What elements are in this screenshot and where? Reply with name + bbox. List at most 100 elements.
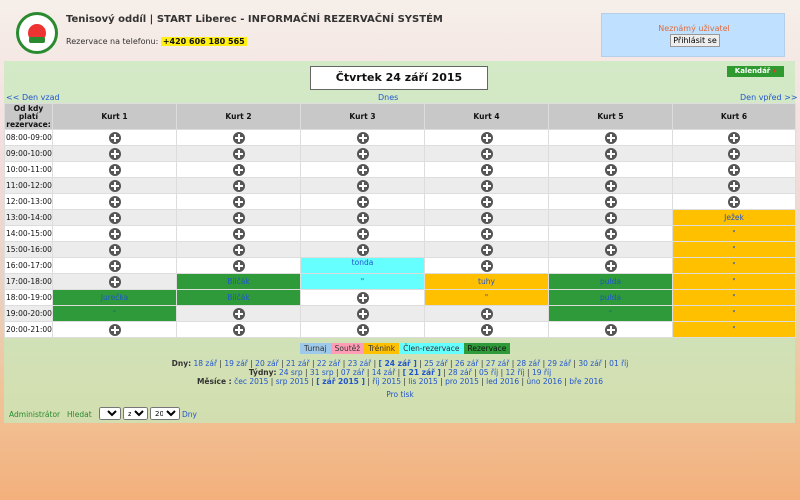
- free-slot[interactable]: [424, 177, 549, 194]
- reservation-cell[interactable]: Jurečka: [52, 289, 177, 306]
- months-link[interactable]: říj 2015: [372, 377, 401, 386]
- free-slot[interactable]: [52, 241, 177, 258]
- days-link[interactable]: 29 zář: [547, 359, 571, 368]
- free-slot[interactable]: [672, 129, 796, 146]
- reservation-cell[interactable]: tuhy: [424, 273, 549, 290]
- days-link[interactable]: 26 zář: [455, 359, 479, 368]
- free-slot[interactable]: [300, 145, 425, 162]
- free-slot[interactable]: [424, 209, 549, 226]
- free-slot[interactable]: [672, 161, 796, 178]
- prev-day-link[interactable]: << Den vzad: [6, 93, 60, 102]
- free-slot[interactable]: [52, 209, 177, 226]
- free-slot[interactable]: [548, 129, 673, 146]
- free-slot[interactable]: [424, 129, 549, 146]
- free-slot[interactable]: [300, 305, 425, 322]
- free-slot[interactable]: [300, 241, 425, 258]
- free-slot[interactable]: [548, 145, 673, 162]
- free-slot[interactable]: [176, 321, 301, 338]
- free-slot[interactable]: [52, 257, 177, 274]
- reservation-cell[interactable]: pulda: [548, 289, 673, 306]
- today-link[interactable]: Dnes: [378, 93, 398, 102]
- free-slot[interactable]: [300, 225, 425, 242]
- year-select[interactable]: 2015: [150, 407, 180, 420]
- weeks-link[interactable]: 07 zář: [341, 368, 365, 377]
- reservation-cell[interactable]: ": [672, 257, 796, 274]
- days-link[interactable]: 21 zář: [286, 359, 310, 368]
- free-slot[interactable]: [548, 241, 673, 258]
- free-slot[interactable]: [300, 177, 425, 194]
- free-slot[interactable]: [424, 145, 549, 162]
- free-slot[interactable]: [548, 177, 673, 194]
- reservation-cell[interactable]: ": [672, 321, 796, 338]
- weeks-link[interactable]: 05 říj: [479, 368, 498, 377]
- months-link[interactable]: lis 2015: [408, 377, 438, 386]
- free-slot[interactable]: [548, 209, 673, 226]
- day-select[interactable]: 24: [99, 407, 121, 420]
- months-link[interactable]: [ zář 2015 ]: [316, 377, 365, 386]
- free-slot[interactable]: [548, 257, 673, 274]
- free-slot[interactable]: [300, 161, 425, 178]
- free-slot[interactable]: [176, 161, 301, 178]
- free-slot[interactable]: [176, 241, 301, 258]
- days-link[interactable]: 01 říj: [609, 359, 628, 368]
- weeks-link[interactable]: 14 zář: [372, 368, 396, 377]
- days-link[interactable]: 28 zář: [517, 359, 541, 368]
- free-slot[interactable]: [176, 145, 301, 162]
- free-slot[interactable]: [300, 129, 425, 146]
- free-slot[interactable]: [672, 177, 796, 194]
- weeks-link[interactable]: 19 říj: [532, 368, 551, 377]
- free-slot[interactable]: [548, 161, 673, 178]
- free-slot[interactable]: [52, 225, 177, 242]
- free-slot[interactable]: [176, 305, 301, 322]
- free-slot[interactable]: [548, 225, 673, 242]
- months-link[interactable]: srp 2015: [276, 377, 309, 386]
- free-slot[interactable]: [424, 225, 549, 242]
- free-slot[interactable]: [300, 193, 425, 210]
- days-button[interactable]: Dny: [182, 410, 197, 419]
- free-slot[interactable]: [300, 289, 425, 306]
- reservation-cell[interactable]: Bílčák: [176, 273, 301, 290]
- free-slot[interactable]: [424, 305, 549, 322]
- search-link[interactable]: Hledat: [67, 410, 92, 419]
- free-slot[interactable]: [52, 193, 177, 210]
- months-link[interactable]: čec 2015: [234, 377, 268, 386]
- free-slot[interactable]: [424, 193, 549, 210]
- weeks-link[interactable]: 12 říj: [505, 368, 524, 377]
- weeks-link[interactable]: 31 srp: [310, 368, 334, 377]
- months-link[interactable]: pro 2015: [445, 377, 479, 386]
- reservation-cell[interactable]: ": [52, 305, 177, 322]
- reservation-cell[interactable]: ": [672, 273, 796, 290]
- reservation-cell[interactable]: Bílčák: [176, 289, 301, 306]
- days-link[interactable]: 23 zář: [348, 359, 372, 368]
- free-slot[interactable]: [52, 273, 177, 290]
- days-link[interactable]: 20 zář: [255, 359, 279, 368]
- free-slot[interactable]: [672, 145, 796, 162]
- free-slot[interactable]: [52, 177, 177, 194]
- free-slot[interactable]: [52, 145, 177, 162]
- days-link[interactable]: 25 zář: [424, 359, 448, 368]
- free-slot[interactable]: [52, 129, 177, 146]
- free-slot[interactable]: [52, 161, 177, 178]
- reservation-cell[interactable]: Ježek: [672, 209, 796, 226]
- print-link[interactable]: Pro tisk: [386, 390, 414, 399]
- month-select[interactable]: zář: [123, 407, 148, 420]
- reservation-cell[interactable]: ": [672, 241, 796, 258]
- months-link[interactable]: bře 2016: [569, 377, 603, 386]
- days-link[interactable]: 27 zář: [486, 359, 510, 368]
- reservation-cell[interactable]: ": [672, 305, 796, 322]
- months-link[interactable]: úno 2016: [526, 377, 562, 386]
- weeks-link[interactable]: 28 zář: [448, 368, 472, 377]
- free-slot[interactable]: [300, 321, 425, 338]
- free-slot[interactable]: [176, 257, 301, 274]
- free-slot[interactable]: [176, 177, 301, 194]
- free-slot[interactable]: [424, 161, 549, 178]
- free-slot[interactable]: [52, 321, 177, 338]
- free-slot[interactable]: [176, 193, 301, 210]
- free-slot[interactable]: [300, 209, 425, 226]
- free-slot[interactable]: [548, 193, 673, 210]
- reservation-cell[interactable]: pulda: [548, 273, 673, 290]
- reservation-cell[interactable]: ": [300, 273, 425, 290]
- free-slot[interactable]: [176, 209, 301, 226]
- reservation-cell[interactable]: ": [548, 305, 673, 322]
- reservation-cell[interactable]: ": [672, 289, 796, 306]
